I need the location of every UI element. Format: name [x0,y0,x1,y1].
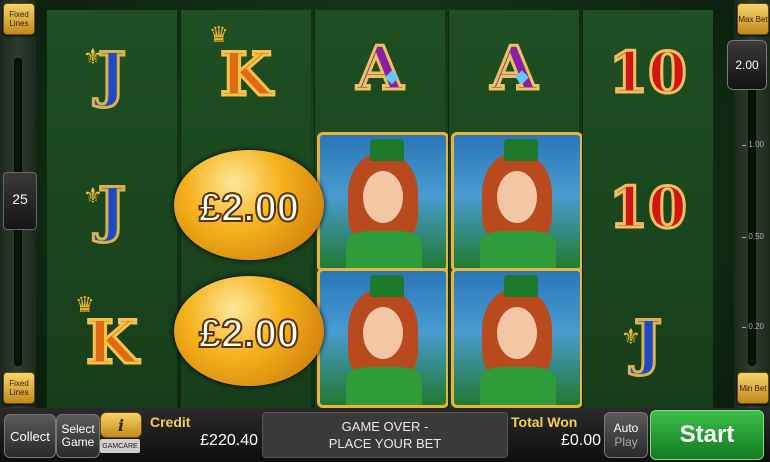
reel-1: ⚜ J ⚜ J ♛ K [46,10,177,408]
stake-slider-track[interactable] [748,58,756,366]
message-line-2: PLACE YOUR BET [328,436,442,451]
lines-selector[interactable]: 25 [3,172,37,230]
crown-icon: ♛ [209,22,229,47]
pot-of-gold-symbol: £2.00 [174,276,324,386]
stake-tick-1: 1.00 [742,140,764,149]
diamond-icon: ◆ [515,66,529,86]
stake-tick-3: 0.20 [742,322,764,331]
pot-value: £2.00 [198,311,300,357]
start-button[interactable]: Start [650,410,764,460]
reel-4: A ◆ [448,10,583,408]
min-bet-button[interactable]: Min Bet [737,372,769,404]
leprechaun-lady-symbol [451,268,583,408]
reels-area: ⚜ J ⚜ J ♛ K ♛ K A ◆ A ◆ 10 10 ⚜ J £2.00 … [46,10,724,408]
reel-5: 10 10 ⚜ J [582,10,713,408]
game-status-message: GAME OVER - PLACE YOUR BET [262,412,508,458]
leprechaun-lady-symbol [451,132,583,272]
symbol-10: 10 [608,38,689,107]
select-game-button[interactable]: Select Game [56,414,100,458]
max-bet-button[interactable]: Max Bet [737,3,769,35]
credit-label: Credit [150,414,191,430]
slot-game: Fixed Lines 25 Fixed Lines Max Bet Min B… [0,0,770,462]
symbol-10: 10 [608,173,689,242]
crown-icon: ♛ [75,292,95,317]
fixed-lines-bottom-button[interactable]: Fixed Lines [3,372,35,404]
message-line-1: GAME OVER - [341,419,429,434]
gamcare-logo[interactable]: GAMCARE [100,439,140,453]
left-rail: Fixed Lines 25 Fixed Lines [0,0,37,408]
fixed-lines-top-button[interactable]: Fixed Lines [3,3,35,35]
total-won-label: Total Won [511,414,578,430]
diamond-icon: ◆ [385,66,399,86]
total-won-value: £0.00 [560,432,601,449]
info-button[interactable]: i [100,412,142,438]
stake-tick-2: 0.50 [742,232,764,241]
stake-selector[interactable]: 2.00 [727,40,767,90]
leprechaun-lady-symbol [317,268,449,408]
bottom-control-bar: Collect Select Game i GAMCARE Credit £22… [0,408,770,462]
pot-of-gold-symbol: £2.00 [174,150,324,260]
reel-3: A ◆ [314,10,449,408]
leprechaun-lady-symbol [317,132,449,272]
lines-value: 25 [12,191,28,207]
fleur-icon: ⚜ [621,324,641,349]
symbol-a: A ◆ [489,33,539,106]
symbol-j: ⚜ J [83,39,128,112]
stake-value: 2.00 [735,58,759,72]
credit-value: £220.40 [200,432,258,449]
symbol-j: ⚜ J [83,174,128,247]
symbol-k: ♛ K [209,22,274,112]
symbol-k: ♛ K [75,292,140,380]
fleur-icon: ⚜ [83,44,103,69]
symbol-j: ⚜ J [621,306,664,379]
symbol-a: A ◆ [355,33,405,106]
pot-value: £2.00 [198,185,300,231]
collect-button[interactable]: Collect [4,414,56,458]
fleur-icon: ⚜ [83,183,103,208]
auto-play-button[interactable]: Auto Play [604,412,648,458]
